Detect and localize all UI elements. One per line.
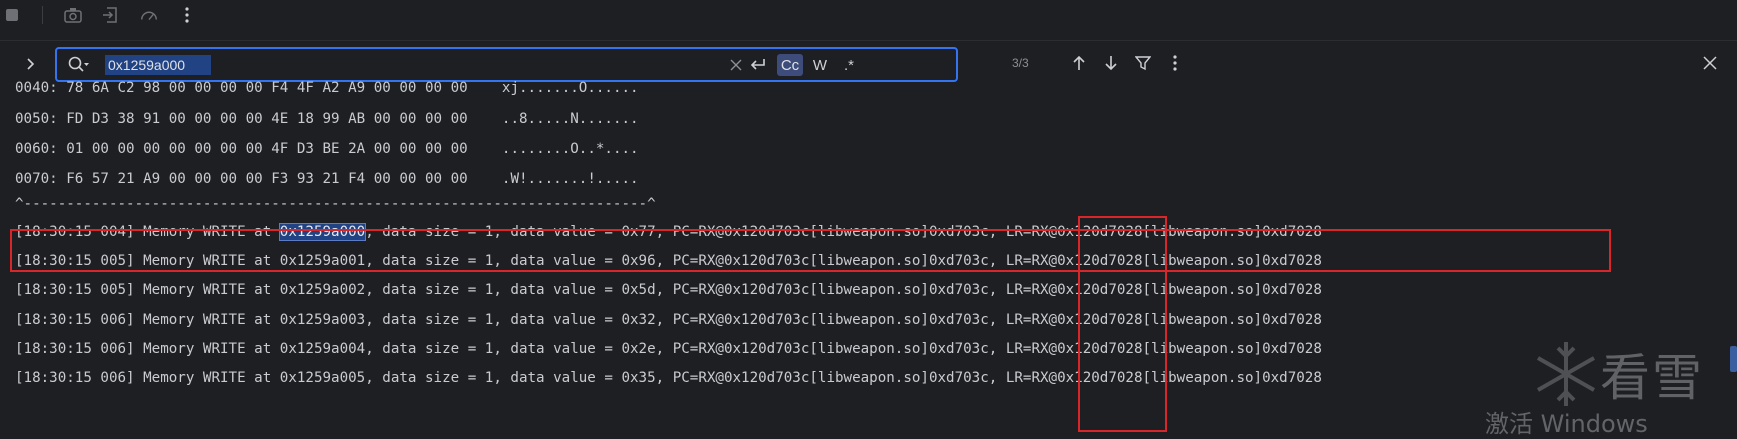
hex-dump-row: 0060: 01 00 00 00 00 00 00 00 4F D3 BE 2… (15, 141, 639, 157)
hex-dump-row: 0050: FD D3 38 91 00 00 00 00 4E 18 99 A… (15, 111, 639, 127)
search-history-icon[interactable] (67, 55, 91, 75)
stop-icon[interactable] (2, 5, 22, 25)
snowflake-logo-icon (1530, 338, 1602, 410)
import-icon[interactable] (101, 5, 121, 25)
clear-search-icon[interactable] (725, 54, 747, 76)
chevron-right-icon[interactable] (22, 55, 40, 73)
camera-icon[interactable] (63, 5, 83, 25)
scrollbar-marker[interactable] (1730, 346, 1737, 372)
match-count: 3/3 (1012, 56, 1029, 70)
arrow-up-icon[interactable] (1069, 53, 1089, 73)
new-line-icon[interactable] (747, 54, 769, 76)
match-case-button[interactable]: Cc (777, 54, 803, 76)
more-options-icon[interactable] (1165, 53, 1185, 73)
regex-button[interactable]: .* (837, 54, 861, 76)
console-output[interactable]: 0040: 78 6A C2 98 00 00 00 00 F4 4F A2 A… (0, 80, 1737, 439)
console-window: Cc W .* 3/3 0040: 78 6A C2 98 00 00 00 0… (0, 0, 1737, 439)
search-match-highlight: 0x1259a000 (278, 223, 367, 241)
whole-word-button[interactable]: W (808, 54, 832, 76)
log-line: [18:30:15 004] Memory WRITE at 0x1259a00… (15, 223, 1322, 241)
search-input[interactable] (105, 55, 211, 75)
speedometer-icon[interactable] (139, 5, 159, 25)
log-line: [18:30:15 006] Memory WRITE at 0x1259a00… (15, 341, 1322, 357)
more-vertical-icon[interactable] (177, 5, 197, 25)
hex-dump-separator: ^---------------------------------------… (15, 196, 656, 212)
log-line: [18:30:15 006] Memory WRITE at 0x1259a00… (15, 370, 1322, 386)
toolbar-divider (42, 6, 43, 24)
activate-windows-watermark: 激活 Windows (1485, 410, 1648, 438)
hex-dump-row: 0040: 78 6A C2 98 00 00 00 00 F4 4F A2 A… (15, 80, 639, 96)
log-line: [18:30:15 005] Memory WRITE at 0x1259a00… (15, 282, 1322, 298)
close-icon[interactable] (1700, 53, 1720, 73)
log-line: [18:30:15 005] Memory WRITE at 0x1259a00… (15, 253, 1322, 269)
hex-dump-row: 0070: F6 57 21 A9 00 00 00 00 F3 93 21 F… (15, 171, 639, 187)
top-toolbar (0, 0, 1737, 30)
log-line: [18:30:15 006] Memory WRITE at 0x1259a00… (15, 312, 1322, 328)
arrow-down-icon[interactable] (1101, 53, 1121, 73)
watermark-title: 看雪 (1600, 349, 1704, 407)
filter-icon[interactable] (1133, 53, 1153, 73)
